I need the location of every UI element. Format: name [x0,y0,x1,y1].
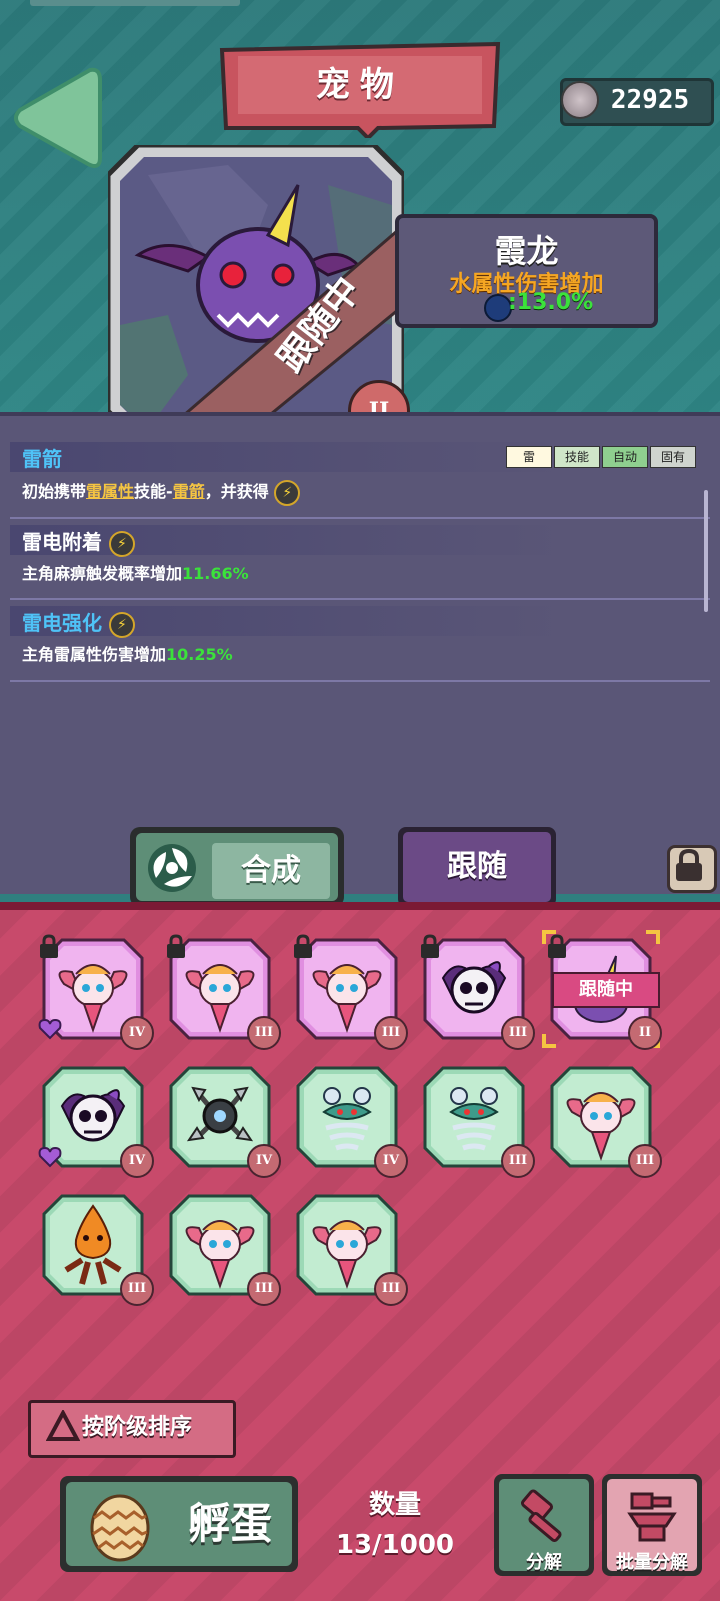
egg-icon [90,1494,150,1562]
coin-value: 22925 [610,85,690,115]
padlock-icon [38,934,60,960]
tag-auto: 自动 [602,446,648,468]
padlock-icon [165,934,187,960]
hammer-icon [520,1489,562,1543]
divider [10,517,710,519]
anvil-icon [627,1492,677,1542]
skills-scrollbar[interactable] [704,490,708,612]
compose-label: 合成 [241,853,301,888]
tier-badge: III [628,1144,662,1178]
tier-badge: III [247,1016,281,1050]
status-bar [30,0,240,6]
lightning-icon: ⚡ [108,530,135,557]
tier-badge: III [247,1272,281,1306]
skill-1-desc-a: 初始携带 [22,482,87,501]
lightning-icon: ⚡ [108,611,135,638]
pet-card[interactable]: 跟随中 II [542,930,662,1050]
skill-2-title: 雷电附着 ⚡ [22,526,135,557]
back-arrow-icon[interactable] [10,62,102,174]
decompose-label: 分解 [526,1552,562,1573]
tier-badge: IV [120,1144,154,1178]
skill-3-description: 主角雷属性伤害增加10.25% [22,641,233,665]
tier-badge: IV [120,1016,154,1050]
page-title: 宠物 [316,65,404,105]
tier-badge: III [501,1016,535,1050]
skill-2-title-text: 雷电附着 [22,530,102,554]
tag-thunder: 雷 [506,446,552,468]
quantity-value: 13/1000 [335,1530,455,1560]
skill-2-desc-text: 主角麻痹触发概率增加 [22,564,183,583]
pet-card[interactable]: III [550,1066,662,1178]
skill-2-value: 11.66% [182,564,249,583]
hatch-label: 孵蛋 [187,1499,272,1548]
tier-badge: III [120,1272,154,1306]
tier-badge: III [501,1144,535,1178]
swirl-icon [148,844,196,892]
skill-1-desc-c: ，并获得 [204,482,269,501]
lock-toggle-button[interactable] [667,845,717,893]
skill-3-title-text: 雷电强化 [22,611,102,635]
triangle-icon [46,1410,80,1441]
pet-card[interactable]: III [169,1194,281,1306]
skill-3-value: 10.25% [166,645,233,664]
tag-innate: 固有 [650,446,696,468]
padlock-icon [292,934,314,960]
pet-card[interactable]: III [294,934,408,1050]
pet-attribute-value: :13.0% [508,290,594,315]
purple-heart-icon [38,1018,62,1040]
pet-card[interactable]: III [421,934,535,1050]
coin-icon [561,81,599,119]
pet-card[interactable]: IV [38,1066,154,1178]
padlock-icon [676,848,702,881]
skill-1-desc-skill: 雷箭 [172,482,205,501]
skill-3-title: 雷电强化 ⚡ [22,607,135,638]
divider [10,680,710,682]
sort-label: 按阶级排序 [82,1415,193,1440]
inventory-top-border [0,902,720,910]
padlock-icon [419,934,441,960]
tier-badge: IV [374,1144,408,1178]
tier-badge: IV [247,1144,281,1178]
pet-card[interactable]: IV [38,934,154,1050]
purple-heart-icon [38,1146,62,1168]
pet-card[interactable]: III [423,1066,535,1178]
follow-label: 跟随 [447,849,507,884]
tier-badge: III [374,1016,408,1050]
divider [10,598,710,600]
lightning-icon: ⚡ [274,479,301,506]
tier-badge: II [628,1016,662,1050]
quantity-label: 数量 [368,1490,421,1520]
skill-2-description: 主角麻痹触发概率增加11.66% [22,560,249,584]
pet-card[interactable]: III [42,1194,154,1306]
skill-1-desc-element: 雷属性 [86,482,135,501]
pet-card[interactable]: IV [169,1066,281,1178]
tier-badge: III [374,1272,408,1306]
skill-1-desc-b: 技能- [134,482,173,501]
pet-card[interactable]: III [167,934,281,1050]
skill-1-description: 初始携带雷属性技能-雷箭，并获得 ⚡ [22,478,301,506]
pet-card[interactable]: IV [296,1066,408,1178]
skill-3-desc-text: 主角雷属性伤害增加 [22,645,167,664]
batch-decompose-label: 批量分解 [616,1552,688,1573]
tag-skill: 技能 [554,446,600,468]
pet-card[interactable]: III [296,1194,408,1306]
skill-1-title: 雷箭 [22,447,62,471]
